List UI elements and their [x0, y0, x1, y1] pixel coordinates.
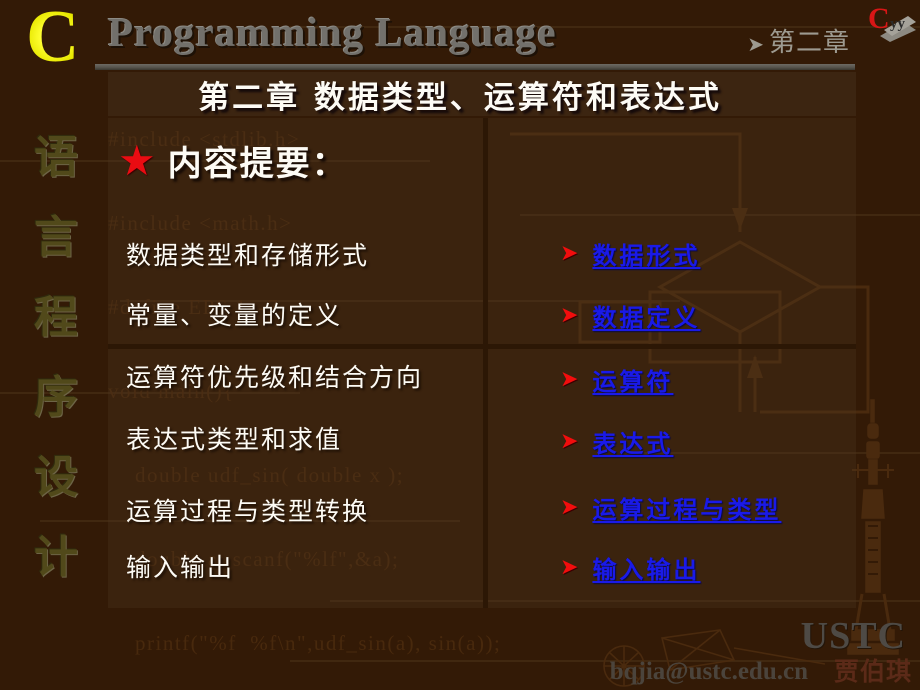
corner-cyy-logo-icon: C yy [868, 2, 916, 42]
c-logo-icon: C [26, 0, 84, 74]
hyperlink-label[interactable]: 输入输出 [592, 550, 700, 585]
svg-text:C: C [868, 2, 890, 35]
sidebar-char-1: 言 [34, 212, 78, 263]
panel-vertical-divider [483, 118, 488, 608]
panel-horizontal-divider [108, 344, 856, 349]
header-title: Programming Language [108, 9, 557, 55]
topic-item: 运算符优先级和结合方向 [126, 365, 424, 392]
hyperlink-row[interactable]: ➤ 运算符 [560, 362, 673, 397]
header-chapter-indicator: ➤ 第二章 [747, 22, 850, 59]
hyperlink-row[interactable]: ➤ 数据定义 [560, 298, 700, 333]
arrow-bullet-icon: ➤ [560, 494, 579, 520]
sidebar-char-5: 计 [34, 532, 78, 583]
slide-header: C Programming Language ➤ 第二章 C yy [0, 0, 920, 75]
topic-item: 表达式类型和求值 [126, 427, 343, 454]
hyperlink-label[interactable]: 运算符 [592, 362, 673, 397]
topic-item: 数据类型和存储形式 [126, 243, 370, 270]
chapter-label: 第二章 [768, 28, 850, 58]
slide-title: 第二章 数据类型、运算符和表达式 [198, 80, 722, 116]
footer-email: bqjia@ustc.edu.cn [609, 658, 808, 685]
hyperlink-row[interactable]: ➤ 输入输出 [560, 550, 700, 585]
header-rule-divider [95, 64, 855, 70]
svg-text:yy: yy [890, 16, 906, 32]
sidebar-char-2: 程 [34, 292, 78, 343]
hyperlink-label[interactable]: 运算过程与类型 [592, 490, 781, 525]
topic-item: 常量、变量的定义 [126, 303, 343, 330]
hyperlink-row[interactable]: ➤ 表达式 [560, 424, 673, 459]
footer-author-name: 贾伯琪 [833, 657, 912, 686]
arrow-bullet-icon: ➤ [560, 554, 579, 580]
vertical-sidebar: 语 言 程 序 设 计 [24, 118, 88, 598]
sidebar-char-3: 序 [34, 372, 78, 423]
topic-item: 输入输出 [126, 555, 235, 582]
star-icon: ★ [118, 135, 156, 185]
arrow-bullet-icon: ➤ [560, 366, 579, 392]
topic-item: 运算过程与类型转换 [126, 499, 370, 526]
slide-root: #include <stdlib.h> #include <math.h> #d… [0, 0, 920, 690]
arrow-bullet-icon: ➤ [560, 428, 579, 454]
hyperlink-label[interactable]: 数据形式 [592, 236, 700, 271]
sidebar-char-4: 设 [34, 452, 78, 503]
hyperlink-label[interactable]: 表达式 [592, 424, 673, 459]
hyperlink-row[interactable]: ➤ 数据形式 [560, 236, 700, 271]
sidebar-char-0: 语 [34, 132, 78, 183]
chapter-arrow-icon: ➤ [747, 32, 765, 56]
hyperlink-row[interactable]: ➤ 运算过程与类型 [560, 490, 781, 525]
outline-heading: ★ 内容提要： [118, 136, 348, 185]
hyperlink-label[interactable]: 数据定义 [592, 298, 700, 333]
arrow-bullet-icon: ➤ [560, 302, 579, 328]
arrow-bullet-icon: ➤ [560, 240, 579, 266]
outline-heading-label: 内容提要： [167, 144, 348, 184]
